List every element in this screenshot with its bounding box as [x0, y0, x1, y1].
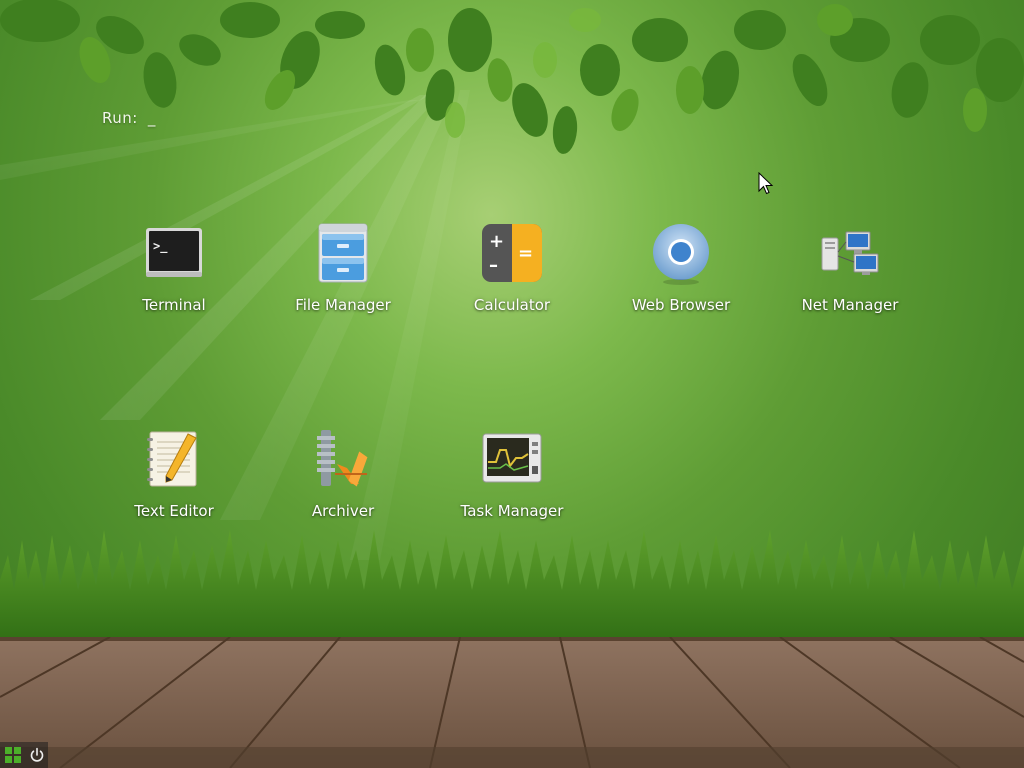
- desktop-icon-label: Archiver: [311, 502, 375, 520]
- background-foliage: [0, 0, 1024, 154]
- desktop-icon-label: Terminal: [142, 296, 206, 314]
- archiver-icon: [317, 430, 368, 487]
- desktop-icon-web-browser[interactable]: Web Browser: [601, 222, 761, 332]
- net-manager-icon: [821, 231, 879, 275]
- background-wood-floor: [0, 637, 1024, 768]
- power-icon: [30, 747, 44, 762]
- calc-plus-glyph: +: [489, 231, 504, 252]
- desktop-icon-label: Text Editor: [134, 502, 214, 520]
- desktop-icon-label: Task Manager: [460, 502, 564, 520]
- desktop-icon-file-manager[interactable]: File Manager: [263, 222, 423, 332]
- power-button[interactable]: [26, 744, 48, 766]
- desktop-icon-task-manager[interactable]: Task Manager: [432, 428, 592, 538]
- desktop-icon-label: File Manager: [295, 296, 391, 314]
- app-menu-button[interactable]: [2, 744, 24, 766]
- task-manager-icon: [482, 433, 542, 483]
- terminal-prompt-glyph: >_: [153, 239, 168, 254]
- desktop-icon-archiver[interactable]: Archiver: [263, 428, 423, 538]
- run-prompt[interactable]: Run: _: [102, 109, 156, 127]
- desktop-icon-terminal[interactable]: >_ Terminal: [94, 222, 254, 332]
- desktop-icon-label: Net Manager: [801, 296, 899, 314]
- terminal-icon: >_: [146, 228, 202, 277]
- desktop-icon-label: Calculator: [473, 296, 551, 314]
- background-grass: [0, 530, 1024, 645]
- run-prompt-label: Run:: [102, 109, 138, 127]
- desktop-icon-calculator[interactable]: + – = Calculator: [432, 222, 592, 332]
- web-browser-icon: [653, 224, 709, 285]
- calc-minus-glyph: –: [489, 255, 498, 276]
- desktop-icon-text-editor[interactable]: Text Editor: [94, 428, 254, 538]
- desktop-icon-net-manager[interactable]: Net Manager: [770, 222, 930, 332]
- mouse-pointer-icon: [758, 172, 774, 195]
- desktop-icon-label: Web Browser: [631, 296, 731, 314]
- text-editor-icon: [147, 431, 197, 487]
- file-manager-icon: [318, 223, 368, 283]
- calculator-icon: + – =: [482, 224, 542, 282]
- app-menu-icon: [5, 747, 21, 763]
- calc-equals-glyph: =: [518, 243, 533, 264]
- taskbar: [0, 742, 48, 768]
- desktop: Run: _ >_ Terminal File Manager + – = Ca…: [0, 0, 1024, 768]
- run-prompt-cursor: _: [147, 109, 156, 127]
